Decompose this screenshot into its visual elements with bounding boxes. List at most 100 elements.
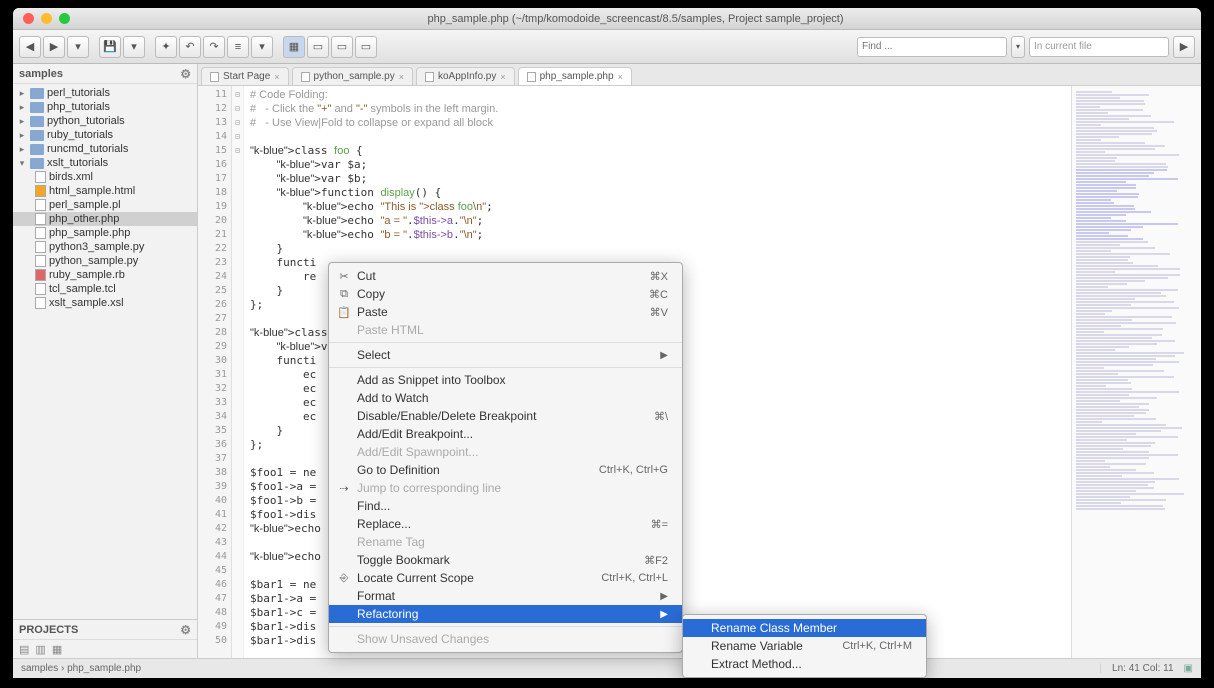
view-button-4[interactable]: ▭ [355,36,377,58]
minimap[interactable] [1071,86,1201,658]
menu-paste[interactable]: 📋Paste⌘V [329,303,682,321]
file-ruby_sample.rb[interactable]: ruby_sample.rb [13,268,197,282]
find-input[interactable] [857,37,1007,57]
menu-toggle-bookmark[interactable]: Toggle Bookmark⌘F2 [329,551,682,569]
folder-python_tutorials[interactable]: ▸python_tutorials [13,114,197,128]
save-all-button[interactable]: ▾ [123,36,145,58]
breadcrumb[interactable]: samples › php_sample.php [21,663,141,674]
file-xslt_sample.xsl[interactable]: xslt_sample.xsl [13,296,197,310]
folder-runcmd_tutorials[interactable]: ▸runcmd_tutorials [13,142,197,156]
file-icon [35,171,46,183]
menu-refactoring[interactable]: Refactoring▶ [329,605,682,623]
projects-icon[interactable]: ▦ [52,643,62,655]
tool-button-1[interactable]: ✦ [155,36,177,58]
projects-icon[interactable]: ▥ [35,643,45,655]
menu-icon: 📋 [337,306,351,319]
file-icon [35,199,46,211]
menu-cut[interactable]: ✂Cut⌘X [329,267,682,285]
menu-icon: ⧉ [337,288,351,301]
file-php_sample.php[interactable]: php_sample.php [13,226,197,240]
file-icon [35,213,46,225]
history-dropdown[interactable]: ▾ [67,36,89,58]
file-tcl_sample.tcl[interactable]: tcl_sample.tcl [13,282,197,296]
tab-koAppInfo.py[interactable]: koAppInfo.py× [416,67,515,85]
menu-find-[interactable]: Find... [329,497,682,515]
submenu-extract-method-[interactable]: Extract Method... [683,655,926,673]
tab-Start Page[interactable]: Start Page× [201,67,289,85]
close-icon[interactable]: × [274,72,279,82]
file-icon [35,255,46,267]
folder-icon [30,144,44,155]
menu-locate-current-scope[interactable]: ⎆Locate Current ScopeCtrl+K, Ctrl+L [329,569,682,587]
titlebar: php_sample.php (~/tmp/komodoide_screenca… [13,8,1201,30]
file-icon [35,269,46,281]
forward-button[interactable]: ▶ [43,36,65,58]
file-php_other.php[interactable]: php_other.php [13,212,197,226]
status-icon[interactable]: ▣ [1184,663,1193,674]
folder-icon [30,116,44,127]
file-tree[interactable]: ▸perl_tutorials▸php_tutorials▸python_tut… [13,84,197,619]
view-button-1[interactable]: ▦ [283,36,305,58]
folder-perl_tutorials[interactable]: ▸perl_tutorials [13,86,197,100]
menu-replace-[interactable]: Replace...⌘= [329,515,682,533]
tool-button-2[interactable]: ≡ [227,36,249,58]
editor-tabs: Start Page×python_sample.py×koAppInfo.py… [198,64,1201,86]
folder-icon [30,130,44,141]
file-perl_sample.pl[interactable]: perl_sample.pl [13,198,197,212]
projects-header: PROJECTS ⚙ [13,620,197,640]
tab-php_sample.php[interactable]: php_sample.php× [518,67,632,85]
undo-button[interactable]: ↶ [179,36,201,58]
cursor-position: Ln: 41 Col: 11 [1112,663,1174,674]
view-button-3[interactable]: ▭ [331,36,353,58]
fold-gutter[interactable]: ⊟ ⊟ ⊟ ⊟ ⊟ [232,86,244,658]
file-icon [301,72,310,82]
submenu-rename-class-member[interactable]: Rename Class Member [683,619,926,637]
redo-button[interactable]: ↷ [203,36,225,58]
menu-add-as-snippet-into-toolbox[interactable]: Add as Snippet into Toolbox [329,371,682,389]
folder-php_tutorials[interactable]: ▸php_tutorials [13,100,197,114]
menu-select[interactable]: Select▶ [329,346,682,364]
file-html_sample.html[interactable]: html_sample.html [13,184,197,198]
zoom-window-button[interactable] [59,13,70,24]
menu-jump-to-corresponding-line: ⇢Jump to corresponding line [329,479,682,497]
menu-go-to-definition[interactable]: Go to DefinitionCtrl+K, Ctrl+G [329,461,682,479]
back-button[interactable]: ◀ [19,36,41,58]
menu-format[interactable]: Format▶ [329,587,682,605]
projects-icon[interactable]: ▤ [19,643,29,655]
menu-add-to-watch[interactable]: Add to Watch [329,389,682,407]
folder-xslt_tutorials[interactable]: ▾xslt_tutorials [13,156,197,170]
tab-python_sample.py[interactable]: python_sample.py× [292,67,413,85]
folder-icon [30,88,44,99]
find-scope[interactable] [1029,37,1169,57]
file-birds.xml[interactable]: birds.xml [13,170,197,184]
close-window-button[interactable] [23,13,34,24]
menu-icon: ⇢ [337,482,351,495]
close-icon[interactable]: × [500,72,505,82]
find-go-button[interactable]: ▶ [1173,36,1195,58]
file-python3_sample.py[interactable]: python3_sample.py [13,240,197,254]
folder-ruby_tutorials[interactable]: ▸ruby_tutorials [13,128,197,142]
line-number-gutter: 11 12 13 14 15 16 17 18 19 20 21 22 23 2… [198,86,232,658]
refactoring-submenu: Rename Class MemberRename VariableCtrl+K… [682,614,927,678]
find-dropdown[interactable]: ▾ [1011,36,1025,58]
minimize-window-button[interactable] [41,13,52,24]
menu-paste-html: Paste HTML [329,321,682,339]
gear-icon[interactable]: ⚙ [180,67,191,81]
window-title: php_sample.php (~/tmp/komodoide_screenca… [70,13,1201,25]
file-icon [35,283,46,295]
close-icon[interactable]: × [618,72,623,82]
menu-copy[interactable]: ⧉Copy⌘C [329,285,682,303]
tool-button-3[interactable]: ▾ [251,36,273,58]
submenu-rename-variable[interactable]: Rename VariableCtrl+K, Ctrl+M [683,637,926,655]
menu-disable-enable-delete-breakpoint[interactable]: Disable/Enable/Delete Breakpoint⌘\ [329,407,682,425]
save-button[interactable]: 💾 [99,36,121,58]
sidebar-header: samples ⚙ [13,64,197,84]
view-button-2[interactable]: ▭ [307,36,329,58]
file-python_sample.py[interactable]: python_sample.py [13,254,197,268]
close-icon[interactable]: × [399,72,404,82]
gear-icon[interactable]: ⚙ [180,623,191,637]
menu-add-edit-breakpoint-[interactable]: Add/Edit Breakpoint... [329,425,682,443]
file-icon [527,72,536,82]
menu-icon: ⎆ [337,572,351,585]
menu-add-edit-spawnpoint-: Add/Edit Spawnpoint... [329,443,682,461]
